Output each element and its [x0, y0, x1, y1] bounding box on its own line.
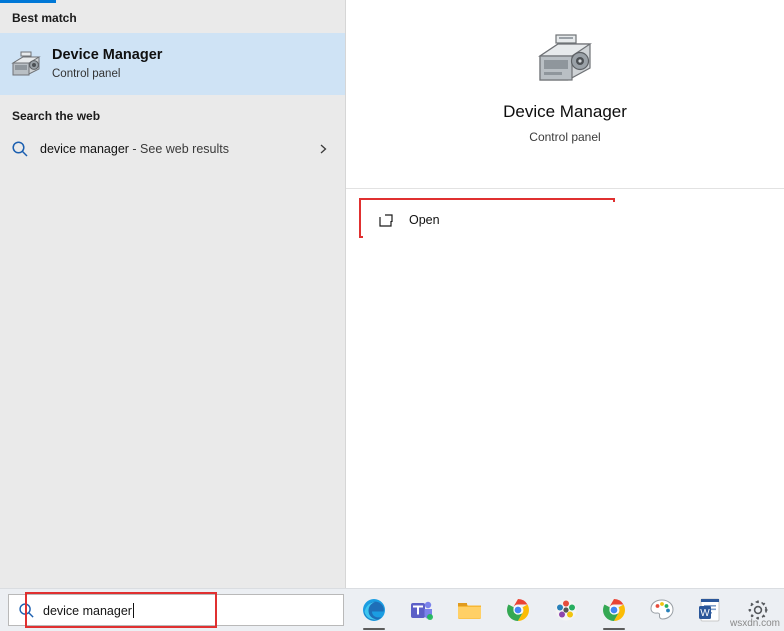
paint-icon[interactable]: [638, 589, 686, 631]
microsoft-teams-icon[interactable]: [398, 589, 446, 631]
search-value-text: device manager: [43, 603, 132, 618]
device-manager-icon: [0, 33, 52, 95]
accent-bar: [0, 0, 56, 3]
web-result-query: device manager: [40, 142, 129, 156]
google-chrome-canary-icon[interactable]: [590, 589, 638, 631]
text-caret: [132, 602, 134, 618]
web-result-label: device manager - See web results: [40, 142, 229, 156]
open-button-label: Open: [409, 213, 440, 227]
search-flyout: Best match Device Manager Control panel …: [0, 0, 784, 631]
best-match-result[interactable]: Device Manager Control panel: [0, 33, 345, 95]
open-button[interactable]: Open: [363, 202, 615, 238]
google-chrome-icon[interactable]: [494, 589, 542, 631]
search-icon: [0, 131, 40, 167]
open-external-icon: [363, 202, 409, 238]
taskbar-icons: W: [350, 589, 782, 631]
preview-card: Device Manager Control panel: [346, 0, 784, 189]
device-manager-icon: [533, 26, 597, 90]
web-result-row[interactable]: device manager - See web results: [0, 131, 345, 167]
best-match-text: Device Manager Control panel: [52, 46, 162, 82]
taskbar: device manager W wsxdn.com: [0, 588, 784, 631]
watermark: wsxdn.com: [729, 618, 780, 629]
search-results-panel: Best match Device Manager Control panel …: [0, 0, 346, 588]
search-icon: [9, 595, 43, 625]
preview-panel: Device Manager Control panel Open: [346, 0, 784, 588]
preview-subtitle: Control panel: [529, 130, 601, 144]
chevron-right-icon[interactable]: [317, 131, 329, 167]
file-explorer-icon[interactable]: [446, 589, 494, 631]
best-match-subtitle: Control panel: [52, 68, 121, 80]
app-colored-icon[interactable]: [542, 589, 590, 631]
microsoft-word-icon[interactable]: W: [686, 589, 734, 631]
best-match-header: Best match: [12, 11, 77, 25]
microsoft-edge-icon[interactable]: [350, 589, 398, 631]
web-result-suffix: - See web results: [128, 142, 229, 156]
search-the-web-header: Search the web: [12, 109, 101, 123]
search-input-value: device manager: [43, 602, 134, 618]
search-input[interactable]: device manager: [8, 594, 344, 626]
open-action-highlight: Open: [359, 198, 615, 238]
best-match-title: Device Manager: [52, 47, 163, 63]
svg-text:W: W: [700, 608, 710, 619]
preview-title: Device Manager: [503, 102, 627, 121]
